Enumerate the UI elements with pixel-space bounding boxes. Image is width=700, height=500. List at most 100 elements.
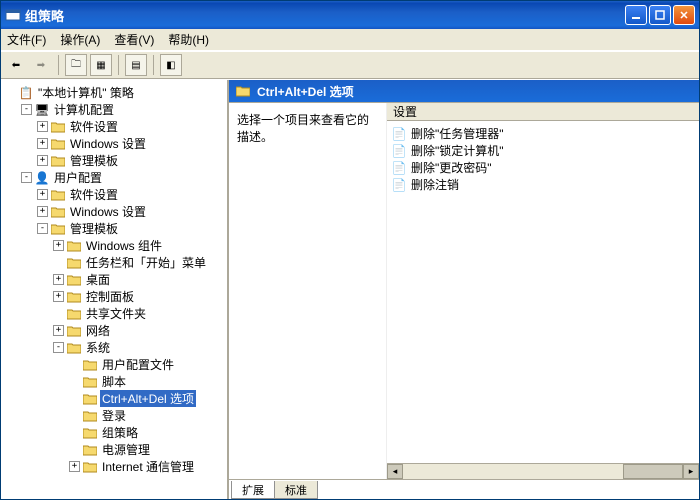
scroll-right-button[interactable]: ▸: [683, 464, 699, 479]
expand-toggle[interactable]: +: [37, 155, 48, 166]
folder-icon: [50, 120, 66, 134]
folder-icon: [82, 426, 98, 440]
back-button[interactable]: ⬅: [5, 54, 27, 76]
expand-toggle[interactable]: +: [37, 121, 48, 132]
list-item[interactable]: 📄 删除"更改密码": [389, 159, 697, 176]
content-title: Ctrl+Alt+Del 选项: [257, 83, 354, 100]
expand-toggle[interactable]: +: [53, 325, 64, 336]
content-header: Ctrl+Alt+Del 选项: [229, 80, 699, 102]
forward-button[interactable]: ➡: [30, 54, 52, 76]
folder-icon: [50, 188, 66, 202]
horizontal-scrollbar[interactable]: ◂ ▸: [387, 463, 699, 479]
tree-computer-config[interactable]: 计算机配置: [52, 101, 116, 118]
folder-open-icon: [235, 84, 251, 98]
policy-item-icon: 📄: [391, 127, 407, 141]
tree-user-profiles[interactable]: 用户配置文件: [100, 356, 176, 373]
tree-scripts[interactable]: 脚本: [100, 373, 128, 390]
window-title: 组策略: [25, 6, 625, 25]
list-item[interactable]: 📄 删除"任务管理器": [389, 125, 697, 142]
scroll-left-button[interactable]: ◂: [387, 464, 403, 479]
tree-system[interactable]: 系统: [84, 339, 112, 356]
tree-cc-admin[interactable]: 管理模板: [68, 152, 120, 169]
list-item-label: 删除"锁定计算机": [411, 142, 504, 159]
maximize-button[interactable]: [649, 5, 671, 25]
expand-toggle[interactable]: +: [53, 291, 64, 302]
expand-toggle[interactable]: +: [69, 461, 80, 472]
up-button[interactable]: 🗀: [65, 54, 87, 76]
policy-item-icon: 📄: [391, 178, 407, 192]
folder-icon: [66, 341, 82, 355]
menu-action[interactable]: 操作(A): [60, 31, 100, 48]
menu-help[interactable]: 帮助(H): [168, 31, 209, 48]
folder-icon: [66, 256, 82, 270]
window-titlebar[interactable]: 组策略 ✕: [1, 1, 699, 29]
tree-ctrl-alt-del[interactable]: Ctrl+Alt+Del 选项: [100, 390, 196, 407]
view-tabs: 扩展 标准: [229, 479, 699, 499]
expand-toggle[interactable]: +: [37, 189, 48, 200]
tree-network[interactable]: 网络: [84, 322, 112, 339]
app-icon: [5, 7, 21, 23]
expand-toggle[interactable]: -: [53, 342, 64, 353]
tree-cc-windows[interactable]: Windows 设置: [68, 135, 148, 152]
list-item-label: 删除"更改密码": [411, 159, 492, 176]
computer-config-icon: 🖥: [34, 103, 50, 117]
expand-toggle[interactable]: +: [37, 138, 48, 149]
tree-uc-admin[interactable]: 管理模板: [68, 220, 120, 237]
tab-standard[interactable]: 标准: [274, 481, 318, 499]
folder-icon: [66, 307, 82, 321]
folder-icon: [66, 324, 82, 338]
folder-icon: [50, 222, 66, 236]
expand-toggle[interactable]: +: [53, 240, 64, 251]
scroll-thumb[interactable]: [623, 464, 683, 479]
tree-user-config[interactable]: 用户配置: [52, 169, 104, 186]
expand-toggle[interactable]: -: [21, 172, 32, 183]
folder-icon: [66, 273, 82, 287]
menu-view[interactable]: 查看(V): [114, 31, 154, 48]
tree-group-policy[interactable]: 组策略: [100, 424, 140, 441]
tree-uc-windows[interactable]: Windows 设置: [68, 203, 148, 220]
expand-toggle[interactable]: +: [37, 206, 48, 217]
tree-power[interactable]: 电源管理: [100, 441, 152, 458]
folder-icon: [50, 137, 66, 151]
folder-icon: [82, 375, 98, 389]
nav-tree[interactable]: 📋"本地计算机" 策略 -🖥计算机配置 +软件设置 +Windows 设置 +管…: [1, 80, 229, 499]
description-text: 选择一个项目来查看它的描述。: [237, 113, 369, 144]
list-item-label: 删除"任务管理器": [411, 125, 504, 142]
folder-icon: [82, 358, 98, 372]
list-item[interactable]: 📄删除注销: [389, 176, 697, 193]
expand-toggle[interactable]: -: [21, 104, 32, 115]
tree-win-components[interactable]: Windows 组件: [84, 237, 164, 254]
toolbar: ⬅ ➡ 🗀 ▦ ▤ ◧: [1, 51, 699, 79]
minimize-button[interactable]: [625, 5, 647, 25]
column-header-setting[interactable]: 设置: [387, 103, 699, 121]
policy-item-icon: 📄: [391, 161, 407, 175]
tab-extended[interactable]: 扩展: [231, 481, 275, 499]
folder-icon: [66, 290, 82, 304]
tree-logon[interactable]: 登录: [100, 407, 128, 424]
properties-button[interactable]: ▤: [125, 54, 147, 76]
folder-icon: [66, 239, 82, 253]
folder-icon: [82, 409, 98, 423]
close-button[interactable]: ✕: [673, 5, 695, 25]
tree-shared-folders[interactable]: 共享文件夹: [84, 305, 148, 322]
tree-uc-software[interactable]: 软件设置: [68, 186, 120, 203]
policy-item-icon: 📄: [391, 144, 407, 158]
expand-toggle[interactable]: +: [53, 274, 64, 285]
show-tree-button[interactable]: ▦: [90, 54, 112, 76]
expand-toggle[interactable]: -: [37, 223, 48, 234]
menu-bar: 文件(F) 操作(A) 查看(V) 帮助(H): [1, 29, 699, 51]
list-item[interactable]: 📄 删除"锁定计算机": [389, 142, 697, 159]
tree-control-panel[interactable]: 控制面板: [84, 288, 136, 305]
folder-icon: [82, 460, 98, 474]
folder-icon: [82, 392, 98, 406]
tree-internet-comm[interactable]: Internet 通信管理: [100, 458, 196, 475]
tree-desktop[interactable]: 桌面: [84, 271, 112, 288]
menu-file[interactable]: 文件(F): [7, 31, 46, 48]
user-config-icon: 👤: [34, 171, 50, 185]
refresh-button[interactable]: ◧: [160, 54, 182, 76]
tree-root[interactable]: "本地计算机" 策略: [36, 84, 136, 101]
tree-cc-software[interactable]: 软件设置: [68, 118, 120, 135]
tree-taskbar[interactable]: 任务栏和「开始」菜单: [84, 254, 208, 271]
settings-list: 设置 📄 删除"任务管理器" 📄 删除"锁定计算机" 📄 删除"更改密码" 📄删除注销…: [387, 103, 699, 479]
folder-icon: [82, 443, 98, 457]
